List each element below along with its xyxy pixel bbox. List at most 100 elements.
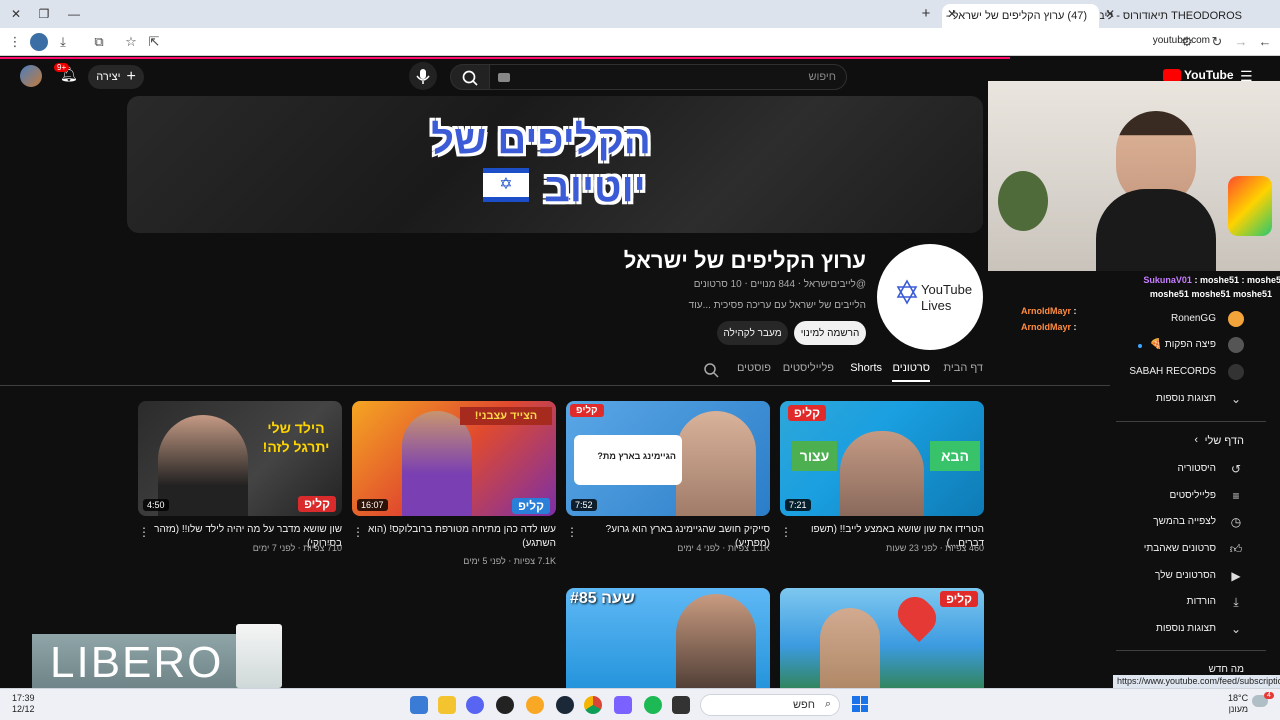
video-card[interactable]: קליפ: [780, 588, 984, 688]
calculator-icon[interactable]: [410, 696, 428, 714]
sidebar-item-liked[interactable]: 👍︎ סרטונים שאהבתי: [1116, 539, 1266, 561]
loading-bar: [0, 57, 1010, 59]
sidebar-item-history[interactable]: ↺ היסטוריה: [1116, 459, 1266, 481]
discord-icon[interactable]: [466, 696, 484, 714]
video-thumbnail[interactable]: הגיימינג בארץ מת? קליפ 7:52: [566, 401, 770, 516]
close-tab-icon[interactable]: ✕: [1102, 6, 1118, 22]
chrome-icon[interactable]: [584, 696, 602, 714]
community-button[interactable]: מעבר לקהילה: [717, 321, 788, 345]
tab-theodoros[interactable]: THEODOROS תיאודורוס - ליברו...: [1100, 4, 1250, 28]
taskbar-search[interactable]: חפש ⌕: [700, 694, 840, 716]
reload-icon[interactable]: ↻: [1208, 33, 1226, 51]
media-player-icon[interactable]: [496, 696, 514, 714]
minimize-window-icon[interactable]: —: [66, 6, 82, 22]
subscribe-button[interactable]: הרשמה למינוי: [794, 321, 866, 345]
close-tab-icon[interactable]: ✕: [944, 6, 960, 22]
sidebar-subscription[interactable]: פיצה הפקות 🍕: [1116, 335, 1266, 357]
profile-avatar[interactable]: [30, 33, 48, 51]
menu-dots-icon[interactable]: ⋮: [6, 33, 24, 51]
channel-tabs: דף הבית סרטונים Shorts פלייליסטים פוסטים: [0, 356, 1110, 386]
plus-icon: +: [126, 68, 136, 85]
keyboard-icon[interactable]: [498, 73, 510, 82]
chat-line: ArnoldMayr :: [1021, 322, 1077, 332]
extensions-icon[interactable]: ⧉: [90, 33, 108, 51]
tab-youtube-channel[interactable]: (47) ערוץ הקליפים של ישראל - ...: [942, 4, 1099, 28]
video-thumbnail[interactable]: עצור הבא קליפ 7:21: [780, 401, 984, 516]
tab-posts[interactable]: פוסטים: [737, 362, 771, 374]
channel-avatar[interactable]: YouTube Lives: [877, 244, 983, 350]
notifications-badge: 9+: [54, 63, 70, 72]
clock-icon: ◷: [1230, 515, 1242, 529]
forward-icon[interactable]: →: [1232, 33, 1250, 51]
close-window-icon[interactable]: ✕: [8, 6, 24, 22]
video-card[interactable]: שעה #85: [566, 588, 770, 688]
tab-shorts[interactable]: Shorts: [850, 362, 882, 374]
channel-search-icon[interactable]: [703, 362, 719, 378]
bookmark-star-icon[interactable]: ☆: [122, 33, 140, 51]
back-icon[interactable]: ←: [1256, 33, 1274, 51]
tab-playlists[interactable]: פלייליסטים: [783, 362, 834, 374]
notification-badge: 4: [1264, 692, 1274, 699]
clip-badge: קליפ: [298, 496, 336, 512]
tab-home[interactable]: דף הבית: [944, 362, 983, 374]
channel-description[interactable]: הלייבים של ישראל עם עריכה פסיכית ...עוד: [689, 300, 866, 311]
tab-videos[interactable]: סרטונים: [892, 362, 930, 382]
channel-meta: @לייביםישראל ‧ 844 מנויים ‧ 10 סרטונים: [693, 279, 866, 290]
sidebar-item-your-videos[interactable]: ▶ הסרטונים שלך: [1116, 566, 1266, 588]
show-more-my-page[interactable]: ⌄ תצוגות נוספות: [1116, 619, 1266, 641]
sidebar-subscription[interactable]: SABAH RECORDS: [1116, 362, 1266, 384]
video-duration: 7:52: [571, 499, 597, 511]
new-tab-button[interactable]: +: [918, 6, 934, 22]
video-thumbnail[interactable]: שעה #85: [566, 588, 770, 688]
chevron-down-icon: ⌄: [1230, 392, 1242, 406]
sidebar-item-downloads[interactable]: ⤓ הורדות: [1116, 592, 1266, 614]
video-title[interactable]: עשו לדה כהן מתיחה מטורפת ברובלוקס! (הוא …: [366, 523, 556, 551]
streamer-body: [1096, 189, 1216, 271]
more-options-icon[interactable]: ⋮: [138, 525, 150, 539]
share-icon[interactable]: ⇱: [145, 33, 163, 51]
video-thumbnail[interactable]: הצייד עצבני! קליפ 16:07: [352, 401, 556, 516]
youtube-logo-text[interactable]: YouTube: [1184, 68, 1234, 82]
sponsor-overlay: LIBERO: [32, 634, 252, 688]
app-icon[interactable]: [526, 696, 544, 714]
more-options-icon[interactable]: ⋮: [566, 525, 578, 539]
windows-taskbar: 17:39 12/12 חפש ⌕ 18°C מעונן 4: [0, 688, 1280, 720]
clock[interactable]: 17:39 12/12: [12, 693, 35, 715]
create-button[interactable]: יצירה +: [88, 65, 144, 89]
person-image: [676, 411, 756, 516]
video-thumbnail[interactable]: קליפ: [780, 588, 984, 688]
video-duration: 7:21: [785, 499, 811, 511]
site-settings-icon[interactable]: ⚙: [1178, 33, 1196, 51]
file-explorer-icon[interactable]: [438, 696, 456, 714]
account-avatar[interactable]: [20, 65, 42, 87]
weather-widget[interactable]: 18°C מעונן: [1228, 693, 1248, 715]
video-thumbnail[interactable]: הילד שלי יתרגל לזה! קליפ 4:50: [138, 401, 342, 516]
video-icon: ▶: [1231, 569, 1241, 583]
app-icon[interactable]: [672, 696, 690, 714]
video-meta: 460 צפיות ‧ לפני 23 שעות: [885, 543, 984, 553]
windows-start-icon[interactable]: [852, 696, 868, 712]
chat-line: moshe51 moshe51 moshe51: [1149, 289, 1272, 299]
search-input[interactable]: חיפוש: [489, 64, 847, 90]
app-icon[interactable]: [614, 696, 632, 714]
show-more-subscriptions[interactable]: ⌄ תצוגות נוספות: [1116, 389, 1266, 411]
spotify-icon[interactable]: [644, 696, 662, 714]
person-image: [820, 608, 880, 688]
search-button[interactable]: [450, 64, 490, 90]
thumb-text: הילד שלי יתרגל לזה!: [262, 420, 330, 455]
download-icon[interactable]: ⤓: [54, 33, 72, 51]
sidebar-item-watch-later[interactable]: ◷ לצפייה בהמשך: [1116, 512, 1266, 534]
maximize-window-icon[interactable]: ❐: [36, 6, 52, 22]
steam-icon[interactable]: [556, 696, 574, 714]
chevron-down-icon: ⌄: [1230, 622, 1242, 636]
my-page-header[interactable]: הדף שלי ›: [1116, 432, 1266, 454]
history-icon: ↺: [1230, 462, 1242, 476]
voice-search-button[interactable]: [409, 62, 437, 90]
more-options-icon[interactable]: ⋮: [780, 525, 792, 539]
sidebar-item-playlists[interactable]: ≡ פלייליסטים: [1116, 486, 1266, 508]
video-meta: 7.1K צפיות ‧ לפני 5 ימים: [463, 556, 556, 566]
israel-flag-icon: ✡: [483, 168, 529, 202]
more-options-icon[interactable]: ⋮: [352, 525, 364, 539]
chevron-right-icon: ›: [1194, 434, 1198, 446]
sidebar-subscription[interactable]: RonenGG: [1116, 309, 1266, 331]
